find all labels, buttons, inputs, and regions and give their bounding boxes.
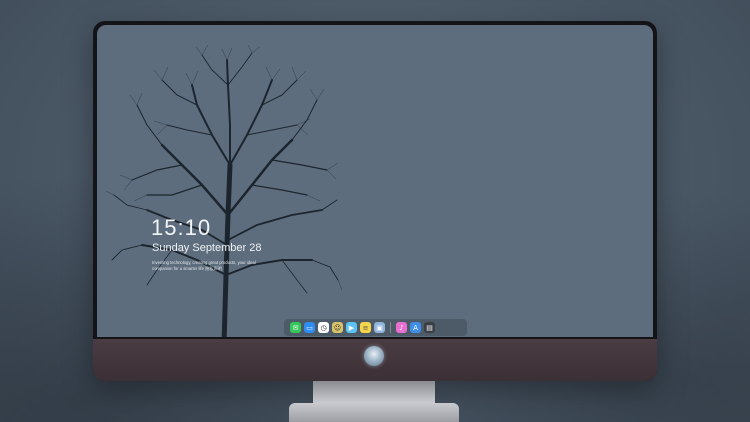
lock-date: Sunday September 28 — [152, 242, 262, 254]
brand-logo-icon — [364, 346, 384, 366]
finder-icon[interactable]: ☺ — [332, 322, 343, 333]
dock: ✉ ▭ ◷ ☺ ▶ ≡ ▣ ♪ A ▤ — [284, 319, 467, 336]
clock-icon[interactable]: ◷ — [318, 322, 329, 333]
tree-wallpaper — [105, 45, 342, 337]
monitor-chin — [93, 339, 657, 381]
lock-screen[interactable]: 15:10 Sunday September 28 Inventing tech… — [97, 25, 653, 337]
appstore-icon[interactable]: A — [410, 322, 421, 333]
lock-clock: 15:10 — [151, 215, 212, 240]
monitor: 15:10 Sunday September 28 Inventing tech… — [93, 21, 657, 381]
dock-separator — [390, 322, 391, 333]
video-icon[interactable]: ▶ — [346, 322, 357, 333]
calendar-icon[interactable]: ▤ — [424, 322, 435, 333]
messages-icon[interactable]: ✉ — [290, 322, 301, 333]
monitor-stand-base — [289, 403, 459, 422]
files-icon[interactable]: ▭ — [304, 322, 315, 333]
lock-tagline: Inventing technology, creating great pro… — [152, 260, 256, 271]
music-icon[interactable]: ♪ — [396, 322, 407, 333]
notes-icon[interactable]: ≡ — [360, 322, 371, 333]
photos-icon[interactable]: ▣ — [374, 322, 385, 333]
